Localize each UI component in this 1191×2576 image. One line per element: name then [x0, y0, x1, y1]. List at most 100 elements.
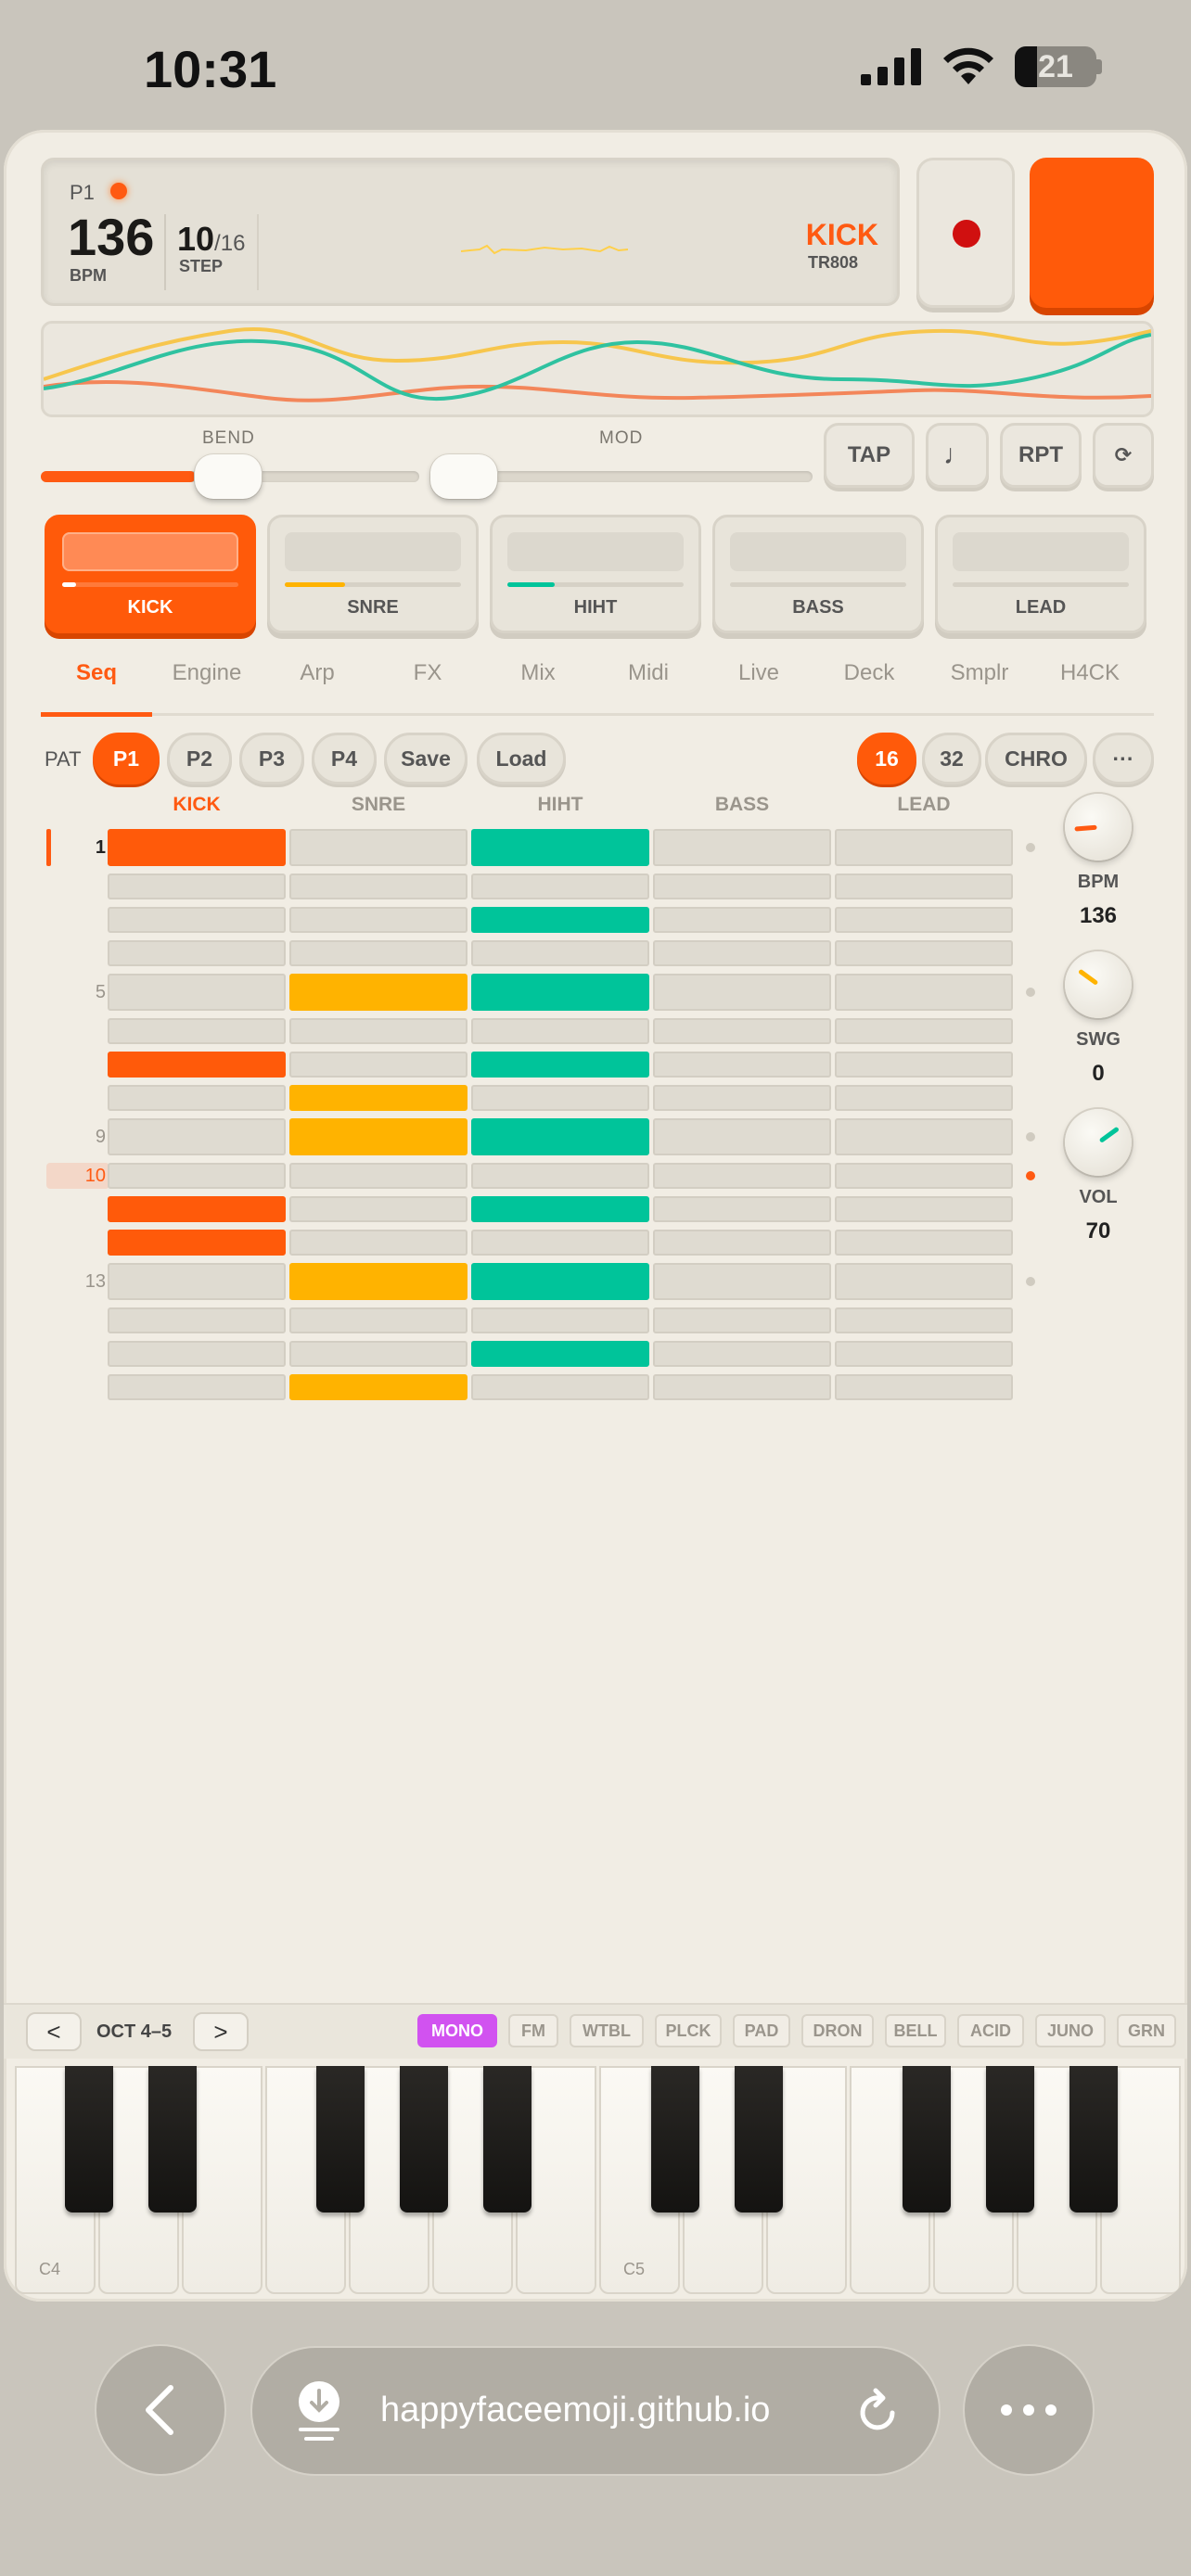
step-cell-lead-7[interactable]	[835, 1052, 1013, 1078]
black-key-cs4[interactable]	[65, 2066, 113, 2213]
step-cell-lead-16[interactable]	[835, 1374, 1013, 1400]
step-cell-hiht-3[interactable]	[471, 907, 649, 933]
tab-engine[interactable]: Engine	[151, 660, 263, 686]
step-cell-bass-11[interactable]	[653, 1196, 831, 1222]
track-button-kick[interactable]: KICK	[45, 515, 256, 633]
step-cell-kick-13[interactable]	[108, 1263, 286, 1300]
step-cell-snre-9[interactable]	[289, 1118, 467, 1155]
step-cell-kick-3[interactable]	[108, 907, 286, 933]
step-cell-hiht-15[interactable]	[471, 1341, 649, 1367]
step-cell-bass-4[interactable]	[653, 940, 831, 966]
step-cell-lead-8[interactable]	[835, 1085, 1013, 1111]
step-cell-kick-15[interactable]	[108, 1341, 286, 1367]
step-cell-bass-7[interactable]	[653, 1052, 831, 1078]
black-key-gs4[interactable]	[400, 2066, 448, 2213]
step-cell-lead-14[interactable]	[835, 1307, 1013, 1333]
length-16-button[interactable]: 16	[857, 733, 916, 784]
length-32-button[interactable]: 32	[922, 733, 981, 784]
save-button[interactable]: Save	[384, 733, 467, 784]
black-key-fs5[interactable]	[903, 2066, 951, 2213]
step-cell-bass-9[interactable]	[653, 1118, 831, 1155]
black-key-ds5[interactable]	[735, 2066, 783, 2213]
step-cell-snre-13[interactable]	[289, 1263, 467, 1300]
synth-grn-button[interactable]: GRN	[1117, 2014, 1176, 2047]
synth-juno-button[interactable]: JUNO	[1035, 2014, 1106, 2047]
synth-plck-button[interactable]: PLCK	[655, 2014, 722, 2047]
step-cell-bass-13[interactable]	[653, 1263, 831, 1300]
tab-deck[interactable]: Deck	[813, 660, 925, 686]
step-cell-snre-16[interactable]	[289, 1374, 467, 1400]
step-cell-hiht-1[interactable]	[471, 829, 649, 866]
record-button[interactable]	[916, 158, 1015, 308]
step-cell-snre-8[interactable]	[289, 1085, 467, 1111]
step-cell-hiht-8[interactable]	[471, 1085, 649, 1111]
step-cell-lead-1[interactable]	[835, 829, 1013, 866]
step-cell-bass-2[interactable]	[653, 874, 831, 899]
black-key-cs5[interactable]	[651, 2066, 699, 2213]
reload-icon[interactable]	[852, 2387, 903, 2439]
step-cell-lead-4[interactable]	[835, 940, 1013, 966]
step-cell-snre-15[interactable]	[289, 1341, 467, 1367]
step-cell-lead-11[interactable]	[835, 1196, 1013, 1222]
track-button-lead[interactable]: LEAD	[935, 515, 1146, 633]
pattern-p3-button[interactable]: P3	[239, 733, 304, 784]
step-cell-hiht-13[interactable]	[471, 1263, 649, 1300]
loop-button[interactable]: ⟳	[1093, 423, 1154, 488]
pattern-p1-button[interactable]: P1	[93, 733, 160, 784]
step-cell-lead-9[interactable]	[835, 1118, 1013, 1155]
step-cell-hiht-14[interactable]	[471, 1307, 649, 1333]
step-cell-kick-7[interactable]	[108, 1052, 286, 1078]
synth-acid-button[interactable]: ACID	[957, 2014, 1024, 2047]
step-cell-kick-8[interactable]	[108, 1085, 286, 1111]
step-cell-hiht-10[interactable]	[471, 1163, 649, 1189]
tab-fx[interactable]: FX	[372, 660, 483, 686]
track-button-bass[interactable]: BASS	[712, 515, 924, 633]
step-cell-bass-1[interactable]	[653, 829, 831, 866]
step-cell-kick-11[interactable]	[108, 1196, 286, 1222]
step-cell-snre-4[interactable]	[289, 940, 467, 966]
step-cell-snre-6[interactable]	[289, 1018, 467, 1044]
vol-knob[interactable]	[1065, 1109, 1132, 1176]
more-button[interactable]	[963, 2344, 1095, 2476]
step-cell-hiht-2[interactable]	[471, 874, 649, 899]
note-button[interactable]: ♩	[926, 423, 989, 488]
synth-wtbl-button[interactable]: WTBL	[570, 2014, 644, 2047]
step-cell-hiht-7[interactable]	[471, 1052, 649, 1078]
step-cell-lead-2[interactable]	[835, 874, 1013, 899]
bpm-knob[interactable]	[1065, 794, 1132, 861]
pattern-p2-button[interactable]: P2	[167, 733, 232, 784]
step-cell-hiht-4[interactable]	[471, 940, 649, 966]
url-bar[interactable]: happyfaceemoji.github.io	[250, 2346, 941, 2476]
step-cell-snre-3[interactable]	[289, 907, 467, 933]
step-cell-bass-6[interactable]	[653, 1018, 831, 1044]
black-key-as5[interactable]	[1069, 2066, 1118, 2213]
octave-up-button[interactable]: >	[193, 2012, 249, 2051]
octave-down-button[interactable]: <	[26, 2012, 82, 2051]
synth-dron-button[interactable]: DRON	[801, 2014, 874, 2047]
load-button[interactable]: Load	[477, 733, 566, 784]
step-cell-snre-5[interactable]	[289, 974, 467, 1011]
step-cell-bass-3[interactable]	[653, 907, 831, 933]
mod-slider-handle[interactable]	[430, 454, 497, 499]
track-button-hiht[interactable]: HIHT	[490, 515, 701, 633]
step-cell-snre-1[interactable]	[289, 829, 467, 866]
step-cell-hiht-12[interactable]	[471, 1230, 649, 1256]
step-cell-bass-8[interactable]	[653, 1085, 831, 1111]
step-cell-hiht-9[interactable]	[471, 1118, 649, 1155]
black-key-as4[interactable]	[483, 2066, 531, 2213]
step-cell-kick-1[interactable]	[108, 829, 286, 866]
step-cell-lead-3[interactable]	[835, 907, 1013, 933]
tab-live[interactable]: Live	[703, 660, 814, 686]
step-cell-hiht-5[interactable]	[471, 974, 649, 1011]
synth-mono-button[interactable]: MONO	[417, 2014, 497, 2047]
step-cell-bass-5[interactable]	[653, 974, 831, 1011]
play-button[interactable]	[1030, 158, 1154, 308]
tab-smplr[interactable]: Smplr	[924, 660, 1035, 686]
step-cell-snre-12[interactable]	[289, 1230, 467, 1256]
step-cell-bass-16[interactable]	[653, 1374, 831, 1400]
pattern-p4-button[interactable]: P4	[312, 733, 377, 784]
step-cell-snre-7[interactable]	[289, 1052, 467, 1078]
step-cell-snre-14[interactable]	[289, 1307, 467, 1333]
synth-fm-button[interactable]: FM	[508, 2014, 558, 2047]
step-cell-snre-2[interactable]	[289, 874, 467, 899]
